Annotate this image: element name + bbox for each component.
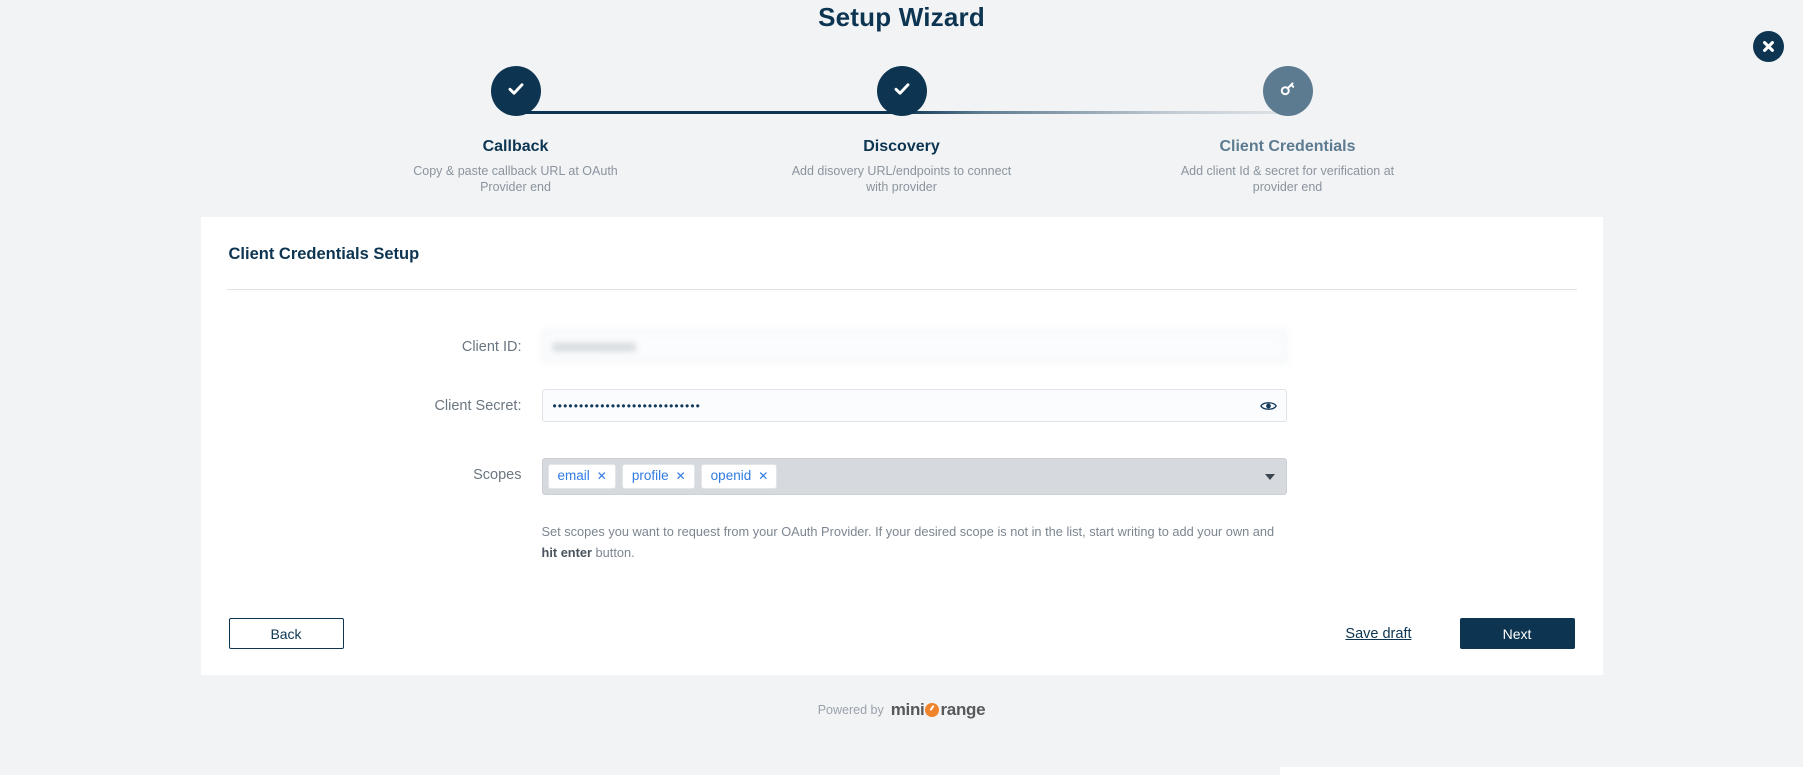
client-credentials-card: Client Credentials Setup Client ID: Clie… [200,217,1603,675]
credentials-form: Client ID: Client Secret: Scopes [227,290,1577,649]
step-client-credentials-circle [1262,66,1313,116]
chevron-down-icon[interactable] [1264,473,1275,480]
miniorange-logo: mini range [891,700,986,720]
step-discovery-title: Discovery [863,138,940,155]
close-x-icon[interactable]: ✕ [597,470,607,482]
save-draft-link[interactable]: Save draft [1345,626,1411,642]
page-title: Setup Wizard [818,2,985,32]
client-secret-row: Client Secret: [227,389,1577,422]
powered-by-footer: Powered by mini range [0,700,1803,720]
step-client-credentials-desc: Add client Id & secret for verification … [1180,164,1395,194]
step-callback-circle [490,66,541,116]
step-discovery-desc: Add disovery URL/endpoints to connect wi… [791,164,1012,194]
bottom-right-strip [1280,767,1803,775]
scopes-row: Scopes email ✕ profile ✕ openid ✕ [227,458,1577,495]
scope-tag-openid[interactable]: openid ✕ [700,464,778,489]
scopes-hint-part1: Set scopes you want to request from your… [541,524,1275,539]
step-callback-desc: Copy & paste callback URL at OAuth Provi… [413,164,618,194]
step-callback[interactable]: Callback Copy & paste callback URL at OA… [387,66,645,195]
scopes-label: Scopes [473,467,522,483]
scope-tag-email[interactable]: email ✕ [547,464,616,489]
client-secret-input[interactable] [541,389,1287,422]
scopes-hint-bold: hit enter [541,545,592,560]
close-circle-icon [1760,38,1777,55]
scope-tag-label: email [557,468,590,483]
client-id-label: Client ID: [461,338,522,355]
client-id-row: Client ID: [227,330,1577,363]
client-id-input[interactable] [541,330,1287,363]
scopes-hint: Set scopes you want to request from your… [542,521,1287,563]
check-icon [505,78,527,105]
wizard-actions: Back Save draft Next [227,618,1577,649]
scope-tag-label: openid [710,468,752,483]
key-icon [1277,78,1298,104]
step-client-credentials[interactable]: Client Credentials Add client Id & secre… [1159,66,1417,195]
step-callback-title: Callback [482,138,549,155]
close-x-icon[interactable]: ✕ [676,470,686,482]
card-title: Client Credentials Setup [228,245,420,263]
close-x-icon[interactable]: ✕ [758,470,768,482]
step-discovery-circle [876,66,927,116]
step-discovery[interactable]: Discovery Add disovery URL/endpoints to … [773,66,1031,195]
eye-icon[interactable] [1259,400,1277,412]
brand-name-pre: mini [890,700,925,719]
progress-stepper: Callback Copy & paste callback URL at OA… [387,66,1417,194]
close-button[interactable] [1753,31,1784,62]
check-icon [891,78,913,105]
brand-orange-circle-icon [925,703,940,717]
next-button[interactable]: Next [1459,618,1575,649]
step-client-credentials-title: Client Credentials [1219,138,1356,155]
client-secret-label: Client Secret: [434,397,522,414]
scopes-multiselect[interactable]: email ✕ profile ✕ openid ✕ [541,458,1287,495]
scope-tag-label: profile [631,468,669,483]
powered-by-text: Powered by [817,703,884,717]
scopes-hint-part2: button. [591,545,635,560]
brand-name-post: range [940,700,986,719]
back-button[interactable]: Back [228,618,344,649]
scope-tag-profile[interactable]: profile ✕ [621,464,695,489]
